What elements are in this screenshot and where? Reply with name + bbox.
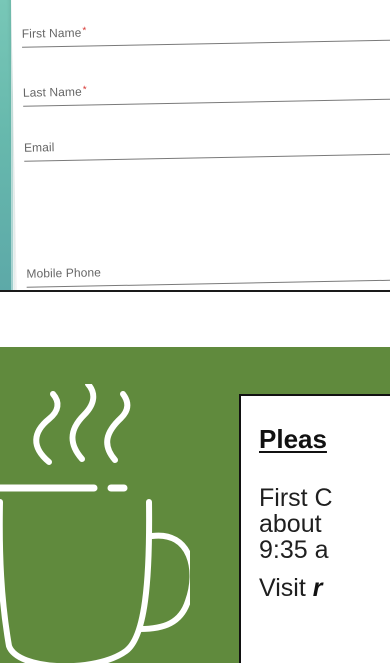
notice-title: Pleas [259, 424, 327, 454]
first-name-field[interactable]: First Name* [22, 20, 390, 67]
screenshot-page: First Name* Last Name* Email Mobile Phon… [0, 0, 390, 663]
notice-body-line-3: 9:35 a [259, 536, 329, 564]
contact-form-panel: First Name* Last Name* Email Mobile Phon… [11, 0, 390, 290]
steam-middle-icon [69, 384, 97, 462]
contact-form-screenshot: First Name* Last Name* Email Mobile Phon… [0, 0, 390, 292]
first-name-required-mark: * [82, 25, 87, 37]
notice-visit-link[interactable]: r [313, 574, 323, 602]
last-name-input-line[interactable] [23, 98, 390, 107]
last-name-field[interactable]: Last Name* [23, 78, 390, 125]
email-label: Email [23, 140, 55, 155]
mug-body-outline [0, 499, 153, 663]
notice-visit-text: Visit r [259, 574, 322, 602]
first-name-input-line[interactable] [22, 39, 390, 48]
steam-left-icon [33, 391, 61, 465]
first-name-label-text: First Name [21, 25, 82, 41]
notice-visit-prefix: Visit [259, 574, 313, 602]
mobile-phone-input-line[interactable] [26, 279, 390, 288]
mobile-phone-label: Mobile Phone [26, 265, 102, 281]
email-input-line[interactable] [24, 153, 390, 162]
first-name-label: First Name* [22, 26, 87, 41]
last-name-label: Last Name* [23, 85, 87, 100]
steam-right-icon [104, 391, 131, 463]
mobile-phone-field[interactable]: Mobile Phone [26, 259, 390, 290]
notice-body-line-1: First C [259, 484, 333, 512]
coffee-mug-icon [0, 384, 190, 663]
notice-body: First C about 9:35 a [259, 485, 390, 563]
notice-body-line-2: about [259, 510, 322, 538]
last-name-label-text: Last Name [22, 84, 82, 100]
last-name-required-mark: * [82, 84, 87, 96]
green-notice-section: Pleas First C about 9:35 a Visit r [0, 347, 390, 663]
notice-card: Pleas First C about 9:35 a Visit r [239, 394, 390, 663]
email-field[interactable]: Email [24, 133, 390, 180]
